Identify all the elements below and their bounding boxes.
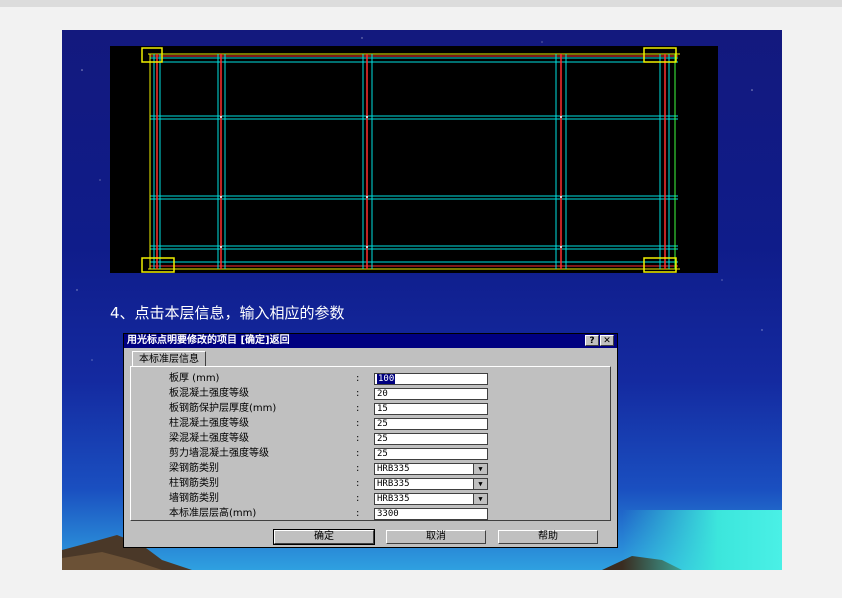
field-colon: :	[356, 493, 360, 504]
field-colon: :	[356, 418, 360, 429]
horizon-glow	[622, 510, 782, 570]
select-value: HRB335	[377, 479, 410, 489]
close-button[interactable]: ✕	[600, 335, 614, 346]
field-row: 梁钢筋类别 : HRB335 ▼	[131, 462, 610, 476]
tab-row: 本标准层信息	[124, 348, 617, 366]
field-label: 柱钢筋类别	[169, 478, 219, 489]
field-row: 板钢筋保护层厚度(mm) : 15	[131, 402, 610, 416]
cancel-button[interactable]: 取消	[386, 530, 486, 544]
column-rebar-select[interactable]: HRB335 ▼	[374, 478, 488, 490]
slab-cover-thickness-input[interactable]: 15	[374, 403, 488, 415]
field-label: 梁混凝土强度等级	[169, 433, 249, 444]
dialog-titlebar: 用光标点明要修改的项目 [确定]返回 ? ✕	[124, 334, 617, 348]
field-colon: :	[356, 388, 360, 399]
field-row: 板混凝土强度等级 : 20	[131, 387, 610, 401]
chevron-down-icon[interactable]: ▼	[473, 479, 487, 489]
field-colon: :	[356, 403, 360, 414]
chevron-down-icon[interactable]: ▼	[473, 464, 487, 474]
slab-thickness-input[interactable]: 100	[374, 373, 488, 385]
field-row: 梁混凝土强度等级 : 25	[131, 432, 610, 446]
select-value: HRB335	[377, 494, 410, 504]
chevron-down-icon[interactable]: ▼	[473, 494, 487, 504]
field-label: 柱混凝土强度等级	[169, 418, 249, 429]
column-concrete-grade-input[interactable]: 25	[374, 418, 488, 430]
field-label: 板混凝土强度等级	[169, 388, 249, 399]
tab-panel: 板厚 (mm) : 100 板混凝土强度等级 : 20 板钢筋保护层厚度(mm)…	[130, 366, 611, 521]
tab-floor-info[interactable]: 本标准层信息	[132, 351, 206, 366]
beam-concrete-grade-input[interactable]: 25	[374, 433, 488, 445]
dialog-title: 用光标点明要修改的项目 [确定]返回	[127, 335, 290, 346]
top-bar	[0, 0, 842, 7]
field-row: 墙钢筋类别 : HRB335 ▼	[131, 492, 610, 506]
field-label: 本标准层层高(mm)	[169, 508, 257, 519]
field-row: 板厚 (mm) : 100	[131, 372, 610, 386]
field-colon: :	[356, 508, 360, 519]
wall-concrete-grade-input[interactable]: 25	[374, 448, 488, 460]
field-colon: :	[356, 433, 360, 444]
help-button[interactable]: 帮助	[498, 530, 598, 544]
field-colon: :	[356, 463, 360, 474]
instruction-caption: 4、点击本层信息，输入相应的参数	[110, 304, 345, 322]
beam-rebar-select[interactable]: HRB335 ▼	[374, 463, 488, 475]
field-label: 板钢筋保护层厚度(mm)	[169, 403, 277, 414]
floor-height-input[interactable]: 3300	[374, 508, 488, 520]
field-row: 本标准层层高(mm) : 3300	[131, 507, 610, 521]
field-label: 墙钢筋类别	[169, 493, 219, 504]
field-label: 板厚 (mm)	[169, 373, 220, 384]
select-value: HRB335	[377, 464, 410, 474]
wall-rebar-select[interactable]: HRB335 ▼	[374, 493, 488, 505]
field-colon: :	[356, 478, 360, 489]
field-colon: :	[356, 373, 360, 384]
field-row: 柱钢筋类别 : HRB335 ▼	[131, 477, 610, 491]
field-label: 梁钢筋类别	[169, 463, 219, 474]
field-row: 柱混凝土强度等级 : 25	[131, 417, 610, 431]
cad-drawing	[110, 46, 718, 273]
field-row: 剪力墙混凝土强度等级 : 25	[131, 447, 610, 461]
field-value: 100	[377, 374, 396, 384]
field-colon: :	[356, 448, 360, 459]
ok-button[interactable]: 确定	[273, 529, 375, 545]
help-title-button[interactable]: ?	[585, 335, 599, 346]
field-label: 剪力墙混凝土强度等级	[169, 448, 269, 459]
slab-concrete-grade-input[interactable]: 20	[374, 388, 488, 400]
floor-info-dialog: 用光标点明要修改的项目 [确定]返回 ? ✕ 本标准层信息 板厚 (mm) : …	[123, 333, 618, 548]
